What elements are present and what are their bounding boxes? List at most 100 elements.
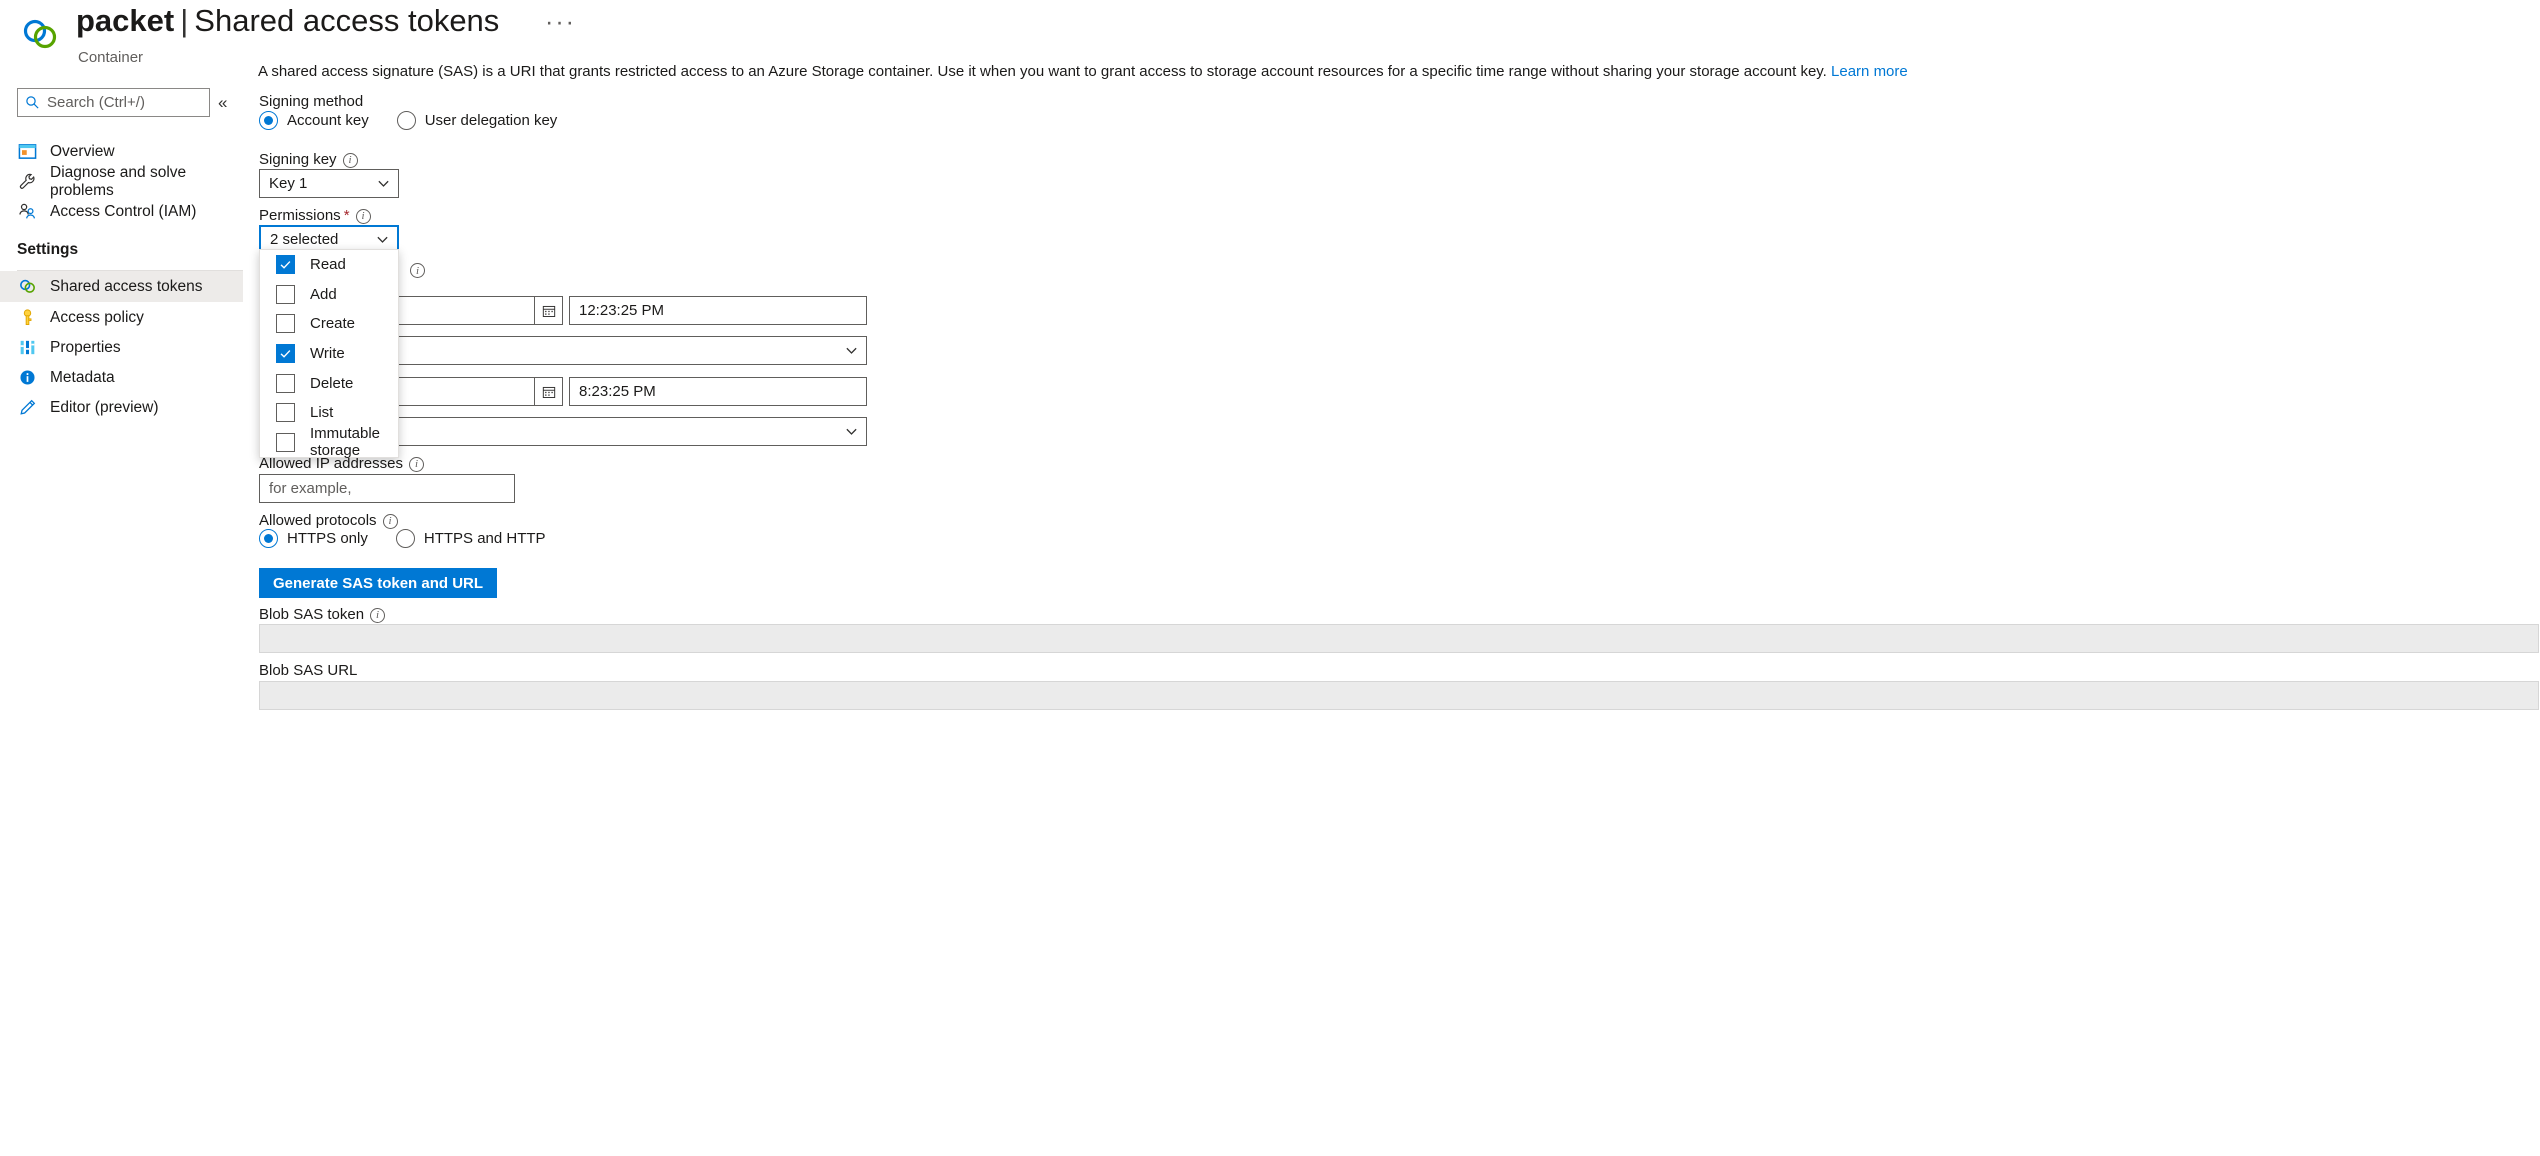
sidebar-item-label: Diagnose and solve problems <box>50 163 187 199</box>
page-title: packet | Shared access tokens <box>76 2 499 40</box>
learn-more-link[interactable]: Learn more <box>1831 63 1908 80</box>
blob-sas-token-label-text: Blob SAS token <box>259 606 365 623</box>
sidebar-item-diagnose-and-solve-problems[interactable]: Diagnose and solve problems <box>0 163 243 199</box>
checkbox-list[interactable] <box>276 403 295 423</box>
permissions-info-icon[interactable]: i <box>355 208 371 224</box>
sidebar-item-label: Access Control (IAM) <box>50 202 197 220</box>
blob-sas-url-input[interactable] <box>259 681 2539 710</box>
sidebar-item-access-control-iam[interactable]: Access Control (IAM) <box>0 196 243 227</box>
permissions-option-delete[interactable]: Delete <box>260 368 398 398</box>
sidebar-item-properties[interactable]: Properties <box>0 332 243 363</box>
allowed-protocols-label-text: Allowed protocols <box>259 512 377 529</box>
sidebar-search[interactable] <box>17 88 210 117</box>
page-name: Shared access tokens <box>194 3 500 38</box>
permissions-option-read[interactable]: Read <box>260 250 398 280</box>
sidebar-item-shared-access-tokens[interactable]: Shared access tokens <box>0 271 243 302</box>
properties-icon <box>17 337 38 358</box>
signing-method-label: Signing method <box>259 93 364 110</box>
sidebar-item-label: Metadata <box>50 368 115 386</box>
permissions-option-label: Immutable storage <box>310 425 381 460</box>
sidebar-item-label: Overview <box>50 142 115 160</box>
more-options-icon[interactable]: ··· <box>545 10 576 35</box>
chevron-down-icon <box>846 347 857 354</box>
signing-method-radio-group: Account key User delegation key <box>259 111 585 130</box>
wrench-icon <box>17 171 38 192</box>
permissions-option-label: List <box>310 404 334 422</box>
permissions-option-label: Delete <box>310 374 354 392</box>
sidebar-item-overview[interactable]: Overview <box>0 136 243 167</box>
sidebar-item-access-policy[interactable]: Access policy <box>0 302 243 333</box>
radio-user-delegation-key-label[interactable]: User delegation key <box>425 112 558 129</box>
sidebar-item-label: Shared access tokens <box>50 277 203 295</box>
info-circle-icon <box>17 367 38 388</box>
collapse-sidebar-button[interactable]: « <box>218 91 227 115</box>
expiry-date-calendar-button[interactable] <box>534 377 563 406</box>
sidebar-item-label: Editor (preview) <box>50 398 159 416</box>
permissions-label: Permissions * i <box>259 207 371 224</box>
signing-key-label-text: Signing key <box>259 151 337 168</box>
search-input[interactable] <box>40 93 190 112</box>
checkbox-create[interactable] <box>276 314 295 334</box>
calendar-icon <box>542 305 555 317</box>
generate-sas-button[interactable]: Generate SAS token and URL <box>259 568 498 598</box>
checkbox-read[interactable] <box>276 255 295 275</box>
permissions-option-label: Read <box>310 256 346 274</box>
signing-key-info-icon[interactable]: i <box>342 152 358 168</box>
permissions-option-add[interactable]: Add <box>260 280 398 310</box>
permissions-option-list[interactable]: List <box>260 398 398 428</box>
blob-sas-token-label: Blob SAS token i <box>259 606 386 623</box>
start-date-calendar-button[interactable] <box>534 296 563 325</box>
allowed-ip-input[interactable]: for example, <box>259 474 515 503</box>
radio-https-and-http[interactable] <box>395 529 415 548</box>
checkbox-write[interactable] <box>276 344 295 364</box>
start-time-input[interactable]: 12:23:25 PM <box>569 296 867 325</box>
sidebar: « Overview Diagnose and solve problems <box>0 88 243 1156</box>
sidebar-item-metadata[interactable]: Metadata <box>0 362 243 393</box>
signing-key-select[interactable]: Key 1 <box>259 169 399 198</box>
allowed-ip-placeholder: for example, <box>269 480 352 497</box>
permissions-label-text: Permissions <box>259 207 341 224</box>
chevron-down-icon <box>378 180 389 187</box>
allowed-ip-info-icon[interactable]: i <box>408 456 424 472</box>
checkbox-immutable-storage[interactable] <box>276 432 295 452</box>
permissions-option-label: Add <box>310 285 337 303</box>
permissions-option-write[interactable]: Write <box>260 339 398 369</box>
start-time-value: 12:23:25 PM <box>579 302 665 319</box>
chevron-down-icon <box>846 428 857 435</box>
radio-account-key-label[interactable]: Account key <box>287 112 369 129</box>
radio-https-only-label[interactable]: HTTPS only <box>287 530 368 547</box>
permissions-value: 2 selected <box>270 231 339 248</box>
sidebar-section-settings: Settings <box>17 241 79 258</box>
checkbox-add[interactable] <box>276 284 295 304</box>
permissions-dropdown[interactable]: Read Add Create Write Delete List Immuta… <box>259 249 399 460</box>
overview-icon <box>17 141 38 162</box>
radio-user-delegation-key[interactable] <box>396 111 416 130</box>
allowed-protocols-label: Allowed protocols i <box>259 512 398 529</box>
allowed-protocols-info-icon[interactable]: i <box>382 513 398 529</box>
blob-sas-url-label: Blob SAS URL <box>259 662 358 679</box>
people-icon <box>17 201 38 222</box>
required-asterisk: * <box>343 207 350 224</box>
radio-https-only[interactable] <box>259 529 278 548</box>
signing-key-label: Signing key i <box>259 151 358 168</box>
blob-sas-token-input[interactable] <box>259 624 2539 653</box>
permissions-option-create[interactable]: Create <box>260 309 398 339</box>
checkbox-delete[interactable] <box>276 373 295 393</box>
resource-type-subtitle: Container <box>78 49 144 66</box>
permissions-option-immutable-storage[interactable]: Immutable storage <box>260 425 398 460</box>
radio-https-and-http-label[interactable]: HTTPS and HTTP <box>424 530 546 547</box>
sidebar-item-label: Properties <box>50 338 121 356</box>
check-icon <box>280 261 291 270</box>
permissions-option-label: Write <box>310 345 345 363</box>
expiry-time-input[interactable]: 8:23:25 PM <box>569 377 867 406</box>
radio-account-key[interactable] <box>259 111 278 130</box>
search-icon <box>26 96 39 109</box>
expiry-time-value: 8:23:25 PM <box>579 383 656 400</box>
pencil-icon <box>17 397 38 418</box>
key-icon <box>17 307 38 328</box>
blob-sas-token-info-icon[interactable]: i <box>370 607 386 623</box>
sidebar-item-editor-preview[interactable]: Editor (preview) <box>0 392 243 423</box>
check-icon <box>280 350 291 358</box>
signing-key-value: Key 1 <box>269 175 308 192</box>
start-expiry-info-icon[interactable]: i <box>410 263 425 278</box>
